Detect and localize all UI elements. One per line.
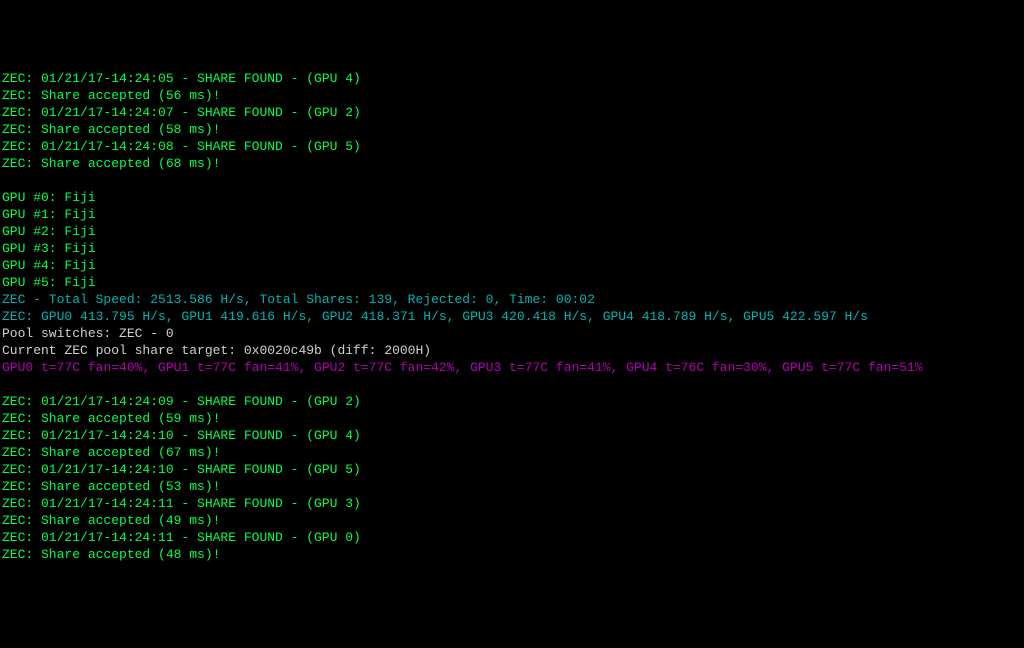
log-line: ZEC: 01/21/17-14:24:11 - SHARE FOUND - (… — [2, 529, 1022, 546]
log-line: ZEC: Share accepted (58 ms)! — [2, 121, 1022, 138]
log-line: GPU0 t=77C fan=40%, GPU1 t=77C fan=41%, … — [2, 359, 1022, 376]
log-line: Current ZEC pool share target: 0x0020c49… — [2, 342, 1022, 359]
log-line: ZEC: 01/21/17-14:24:08 - SHARE FOUND - (… — [2, 138, 1022, 155]
log-line: ZEC: Share accepted (59 ms)! — [2, 410, 1022, 427]
log-line: ZEC: Share accepted (56 ms)! — [2, 87, 1022, 104]
log-line: GPU #0: Fiji — [2, 189, 1022, 206]
log-line: GPU #2: Fiji — [2, 223, 1022, 240]
log-line: ZEC: 01/21/17-14:24:09 - SHARE FOUND - (… — [2, 393, 1022, 410]
log-line: ZEC: Share accepted (48 ms)! — [2, 546, 1022, 563]
blank-line — [2, 172, 1022, 189]
log-line: ZEC: Share accepted (68 ms)! — [2, 155, 1022, 172]
log-line: ZEC: 01/21/17-14:24:11 - SHARE FOUND - (… — [2, 495, 1022, 512]
log-line: ZEC: 01/21/17-14:24:05 - SHARE FOUND - (… — [2, 70, 1022, 87]
log-line: ZEC: GPU0 413.795 H/s, GPU1 419.616 H/s,… — [2, 308, 1022, 325]
log-line: ZEC: 01/21/17-14:24:10 - SHARE FOUND - (… — [2, 427, 1022, 444]
blank-line — [2, 376, 1022, 393]
log-line: GPU #4: Fiji — [2, 257, 1022, 274]
log-line: GPU #5: Fiji — [2, 274, 1022, 291]
log-line: ZEC: Share accepted (49 ms)! — [2, 512, 1022, 529]
log-line: GPU #3: Fiji — [2, 240, 1022, 257]
log-line: GPU #1: Fiji — [2, 206, 1022, 223]
log-line: Pool switches: ZEC - 0 — [2, 325, 1022, 342]
log-line: ZEC: 01/21/17-14:24:10 - SHARE FOUND - (… — [2, 461, 1022, 478]
log-line: ZEC: 01/21/17-14:24:07 - SHARE FOUND - (… — [2, 104, 1022, 121]
log-line: ZEC: Share accepted (67 ms)! — [2, 444, 1022, 461]
log-line: ZEC - Total Speed: 2513.586 H/s, Total S… — [2, 291, 1022, 308]
terminal-output: ZEC: 01/21/17-14:24:05 - SHARE FOUND - (… — [2, 70, 1022, 563]
log-line: ZEC: Share accepted (53 ms)! — [2, 478, 1022, 495]
